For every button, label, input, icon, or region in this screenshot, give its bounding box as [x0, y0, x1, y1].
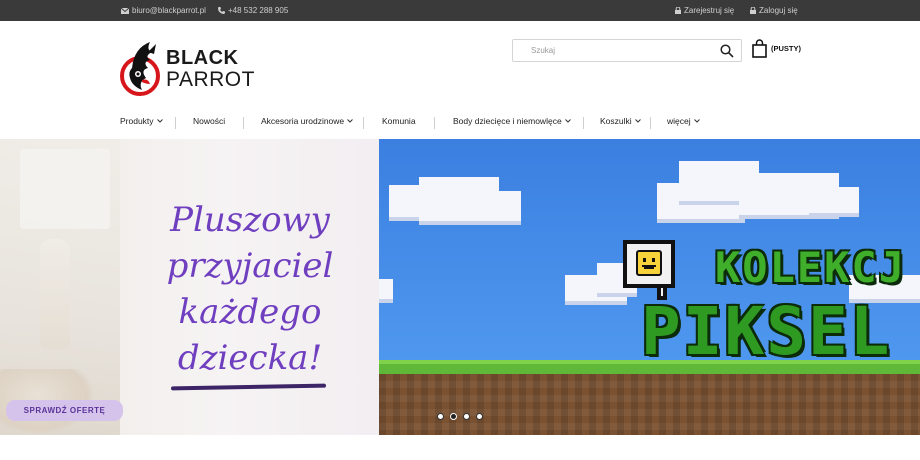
chevron-down-icon	[564, 119, 571, 123]
slide-title-bottom: PIKSEL	[641, 293, 892, 370]
chevron-down-icon	[634, 119, 641, 123]
slider-dot-4[interactable]	[476, 413, 483, 420]
smiley-face-icon	[636, 250, 662, 276]
banner-background-vase	[40, 239, 70, 349]
nav-label: Produkty	[120, 116, 154, 126]
slider-pagination	[437, 413, 483, 420]
lock-icon	[750, 7, 756, 14]
headline-line3: każdego	[178, 292, 322, 332]
nav-label: Nowości	[193, 116, 226, 126]
pixel-grass	[379, 360, 920, 374]
search-icon	[720, 44, 734, 58]
chevron-down-icon	[156, 119, 163, 123]
slider-dot-3[interactable]	[463, 413, 470, 420]
email-link[interactable]: biuro@blackparrot.pl	[121, 6, 206, 15]
nav-divider	[434, 117, 435, 129]
email-text: biuro@blackparrot.pl	[132, 6, 206, 15]
nav-item-wiecej[interactable]: więcej	[667, 116, 700, 126]
hero-slider[interactable]: KOLEKCJ PIKSEL	[379, 139, 920, 435]
cart-label: (PUSTY)	[771, 44, 801, 53]
nav-divider	[583, 117, 584, 129]
shopping-bag-icon	[752, 39, 767, 58]
pixel-dirt	[379, 374, 920, 435]
logo-line1: BLACK	[166, 47, 239, 69]
logo-line2: PARROT	[166, 68, 255, 91]
nav-item-body[interactable]: Body dziecięce i niemowlęce	[453, 116, 571, 126]
banner-background-frame	[20, 149, 110, 229]
slider-dot-1[interactable]	[437, 413, 444, 420]
envelope-icon	[121, 7, 129, 14]
nav-item-koszulki[interactable]: Koszulki	[600, 116, 641, 126]
nav-label: Body dziecięce i niemowlęce	[453, 116, 562, 126]
nav-label: Akcesoria urodzinowe	[261, 116, 345, 126]
phone-text: +48 532 288 905	[228, 6, 289, 15]
header: BLACK PARROT (PUSTY) Produkty Nowości Ak…	[0, 21, 920, 139]
phone-link[interactable]: +48 532 288 905	[218, 6, 288, 15]
nav-item-nowosci[interactable]: Nowości	[193, 116, 225, 126]
phone-icon	[218, 7, 225, 14]
register-text: Zarejestruj się	[684, 6, 735, 15]
search-box	[512, 39, 742, 62]
page-below-fold	[0, 435, 920, 460]
headline-underline	[170, 383, 327, 391]
slider-dot-2[interactable]	[450, 413, 457, 420]
banner-headline: Pluszowy przyjaciel każdego dziecka!	[130, 197, 370, 381]
pixel-cloud	[809, 187, 859, 213]
pixel-cloud	[455, 191, 521, 221]
nav-divider	[650, 117, 651, 129]
nav-item-produkty[interactable]: Produkty	[120, 116, 163, 126]
headline-line4: dziecka!	[177, 338, 323, 378]
headline-line1: Pluszowy	[170, 200, 330, 240]
top-bar: biuro@blackparrot.pl +48 532 288 905 Zar…	[0, 0, 920, 21]
pixel-smiley-bubble	[623, 240, 675, 300]
nav-item-akcesoria-urodzinowe[interactable]: Akcesoria urodzinowe	[261, 116, 354, 126]
lock-icon	[675, 7, 681, 14]
chevron-down-icon	[347, 119, 354, 123]
slide-title-top: KOLEKCJ	[715, 243, 907, 292]
nav-label: Koszulki	[600, 116, 632, 126]
promo-banner-plush[interactable]: Pluszowy przyjaciel każdego dziecka! SPR…	[0, 139, 379, 435]
logo[interactable]: BLACK PARROT	[120, 38, 265, 102]
register-link[interactable]: Zarejestruj się	[675, 6, 734, 15]
search-input[interactable]	[513, 40, 713, 61]
nav-divider	[243, 117, 244, 129]
cart-button[interactable]: (PUSTY)	[752, 39, 801, 58]
nav-label: Komunia	[382, 116, 416, 126]
nav-label: więcej	[667, 116, 691, 126]
chevron-down-icon	[693, 119, 700, 123]
nav-divider	[363, 117, 364, 129]
parrot-logo-icon	[120, 42, 160, 96]
search-button[interactable]	[720, 44, 734, 58]
pixel-cloud	[379, 279, 393, 299]
headline-line2: przyjaciel	[166, 246, 334, 286]
login-link[interactable]: Zaloguj się	[750, 6, 798, 15]
check-offer-button[interactable]: SPRAWDŹ OFERTĘ	[6, 400, 123, 421]
nav-divider	[175, 117, 176, 129]
nav-item-komunia[interactable]: Komunia	[382, 116, 416, 126]
login-text: Zaloguj się	[759, 6, 798, 15]
